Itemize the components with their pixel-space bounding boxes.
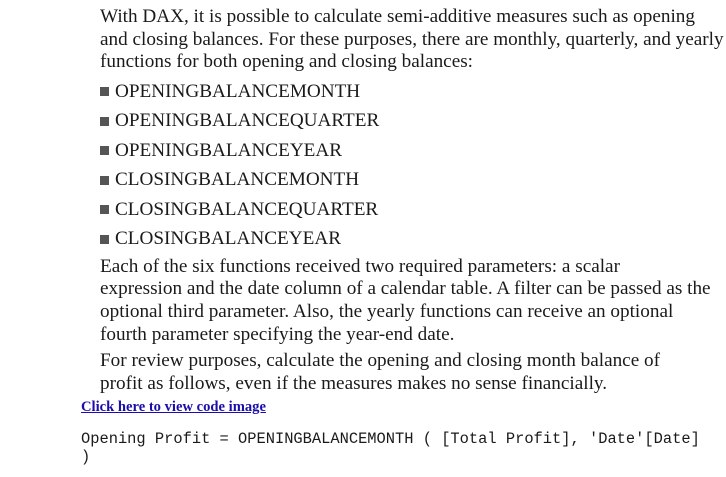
document-page: With DAX, it is possible to calculate se…	[81, 6, 726, 466]
list-item: CLOSINGBALANCEQUARTER	[100, 195, 726, 225]
params-paragraph: Each of the six functions received two r…	[81, 256, 726, 346]
params-line-2: expression and the date column of a cale…	[100, 278, 711, 300]
function-name: CLOSINGBALANCEYEAR	[115, 228, 341, 250]
list-item: OPENINGBALANCEYEAR	[100, 136, 726, 166]
list-item: CLOSINGBALANCEYEAR	[100, 224, 726, 254]
view-code-image-link[interactable]: Click here to view code image	[81, 399, 726, 416]
function-name: CLOSINGBALANCEQUARTER	[115, 198, 379, 220]
code-line-1: Opening Profit = OPENINGBALANCEMONTH ( […	[81, 430, 700, 449]
intro-line-1: With DAX, it is possible to calculate se…	[100, 6, 695, 27]
code-block: Opening Profit = OPENINGBALANCEMONTH ( […	[81, 430, 726, 466]
params-line-4: fourth parameter specifying the year-end…	[100, 323, 455, 345]
function-name: OPENINGBALANCEMONTH	[115, 80, 361, 102]
square-bullet-icon	[100, 205, 109, 215]
list-item: OPENINGBALANCEMONTH	[100, 77, 726, 107]
function-name: OPENINGBALANCEYEAR	[115, 139, 343, 161]
square-bullet-icon	[100, 116, 109, 126]
square-bullet-icon	[100, 146, 109, 156]
review-line-2: profit as follows, even if the measures …	[100, 372, 608, 394]
square-bullet-icon	[100, 87, 109, 97]
square-bullet-icon	[100, 234, 109, 244]
params-line-3: optional third parameter. Also, the year…	[100, 300, 674, 322]
function-list: OPENINGBALANCEMONTH OPENINGBALANCEQUARTE…	[81, 77, 726, 254]
list-item: CLOSINGBALANCEMONTH	[100, 165, 726, 195]
square-bullet-icon	[100, 175, 109, 185]
function-name: OPENINGBALANCEQUARTER	[115, 110, 380, 132]
function-name: CLOSINGBALANCEMONTH	[115, 169, 360, 191]
list-item: OPENINGBALANCEQUARTER	[100, 106, 726, 136]
code-line-2: )	[81, 448, 91, 467]
intro-line-3: functions for both opening and closing b…	[100, 51, 474, 73]
review-line-1: For review purposes, calculate the openi…	[100, 350, 660, 372]
params-line-1: Each of the six functions received two r…	[100, 255, 620, 277]
review-paragraph: For review purposes, calculate the openi…	[81, 350, 726, 395]
intro-line-2: and closing balances. For these purposes…	[100, 28, 724, 50]
intro-paragraph: With DAX, it is possible to calculate se…	[81, 6, 726, 74]
